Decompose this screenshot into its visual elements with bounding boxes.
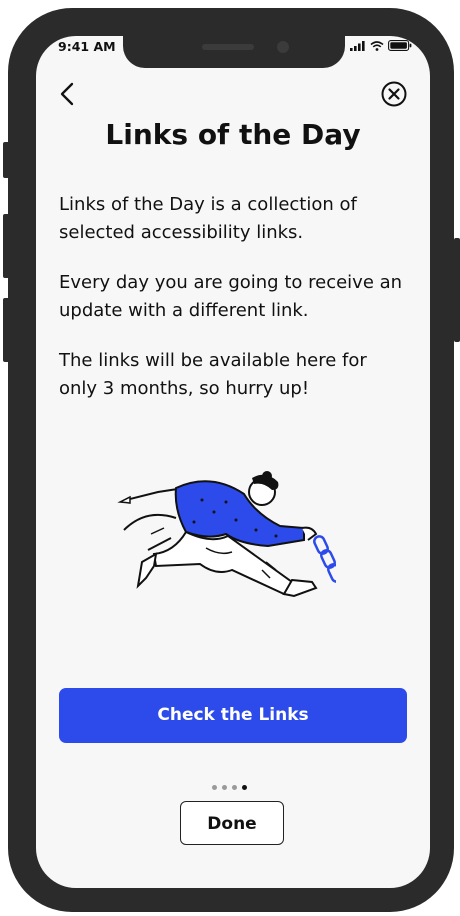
availability-paragraph: The links will be available here for onl… bbox=[59, 350, 367, 399]
page-dot bbox=[212, 785, 217, 790]
screen: 9:41 AM Links of the Day Links of the Da… bbox=[36, 36, 430, 888]
close-button[interactable] bbox=[380, 80, 408, 108]
page-indicator bbox=[212, 785, 247, 790]
speaker-grille bbox=[202, 44, 254, 50]
volume-up-button bbox=[3, 214, 10, 278]
front-camera bbox=[277, 41, 289, 53]
battery-icon bbox=[388, 40, 412, 51]
running-person-illustration bbox=[117, 471, 336, 598]
wifi-icon bbox=[370, 40, 384, 51]
close-circle-icon bbox=[381, 81, 407, 107]
status-icons bbox=[350, 40, 412, 51]
back-button[interactable] bbox=[54, 80, 82, 108]
check-links-button[interactable]: Check the Links bbox=[59, 688, 407, 743]
volume-down-button bbox=[3, 298, 10, 362]
page-dot bbox=[222, 785, 227, 790]
notch bbox=[123, 36, 345, 68]
page-dot bbox=[232, 785, 237, 790]
signal-icon bbox=[350, 40, 365, 51]
status-time: 9:41 AM bbox=[58, 39, 116, 54]
update-paragraph: Every day you are going to receive an up… bbox=[59, 272, 403, 321]
mute-switch bbox=[3, 142, 10, 178]
page-dot-active bbox=[242, 785, 247, 790]
page-title: Links of the Day bbox=[105, 118, 361, 151]
power-button bbox=[454, 238, 460, 342]
done-button[interactable]: Done bbox=[180, 801, 284, 845]
intro-paragraph: Links of the Day is a collection of sele… bbox=[59, 194, 357, 243]
chevron-left-icon bbox=[60, 82, 74, 106]
